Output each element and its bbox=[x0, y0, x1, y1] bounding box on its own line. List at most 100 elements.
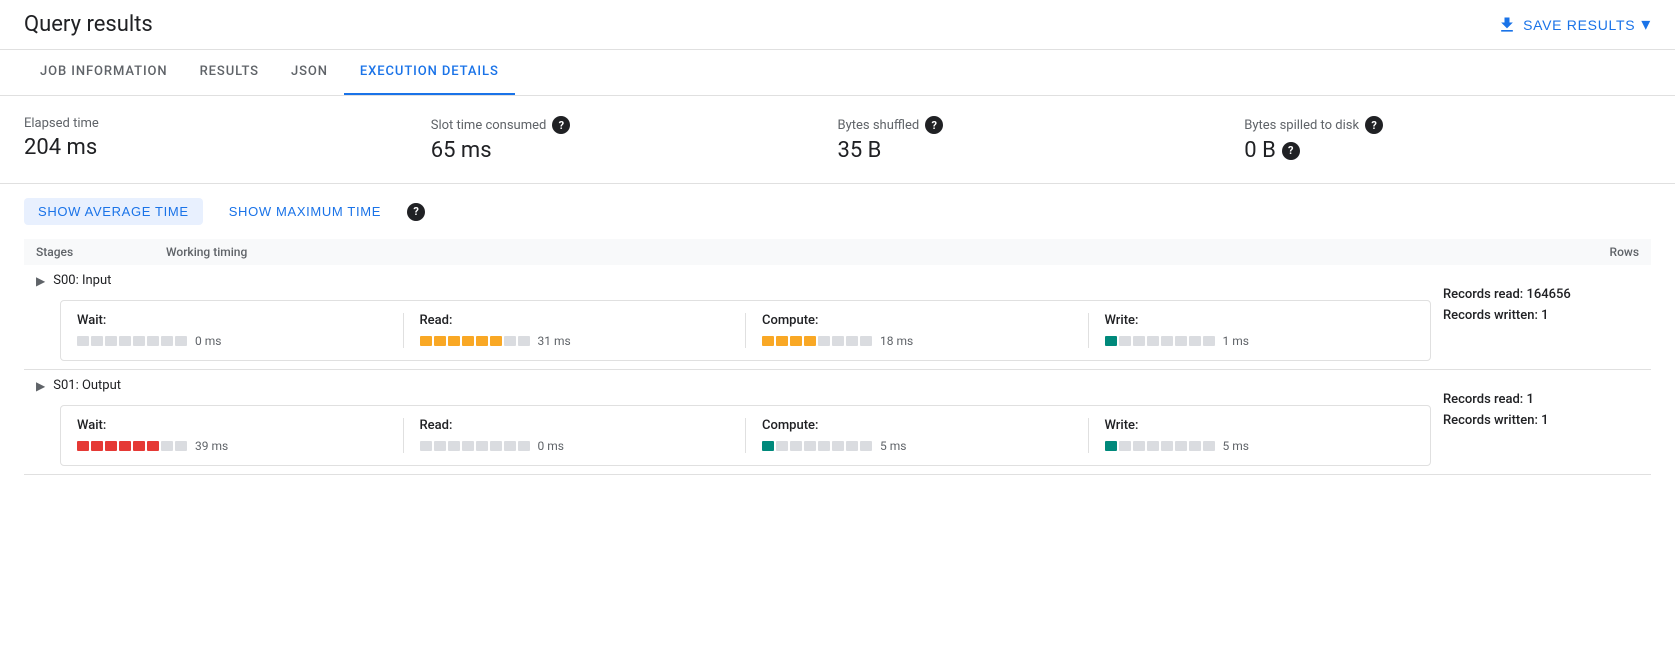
bar-seg bbox=[133, 441, 145, 451]
stage-rows-s00: Records read: 164656 Records written: 1 bbox=[1431, 265, 1651, 347]
bytes-spilled-label-help-icon[interactable]: ? bbox=[1365, 116, 1383, 134]
save-results-button[interactable]: SAVE RESULTS ▾ bbox=[1497, 14, 1651, 35]
compute-label-s01: Compute: bbox=[762, 418, 1072, 433]
bar-seg bbox=[1203, 441, 1215, 451]
write-bar-s01: 5 ms bbox=[1105, 439, 1415, 453]
stage-label-s01: S01: Output bbox=[53, 378, 121, 393]
bar-seg bbox=[91, 336, 103, 346]
metrics-row: Elapsed time 204 ms Slot time consumed ?… bbox=[0, 96, 1675, 184]
slot-time-help-icon[interactable]: ? bbox=[552, 116, 570, 134]
bar-seg bbox=[147, 441, 159, 451]
wait-bar-segments-s01 bbox=[77, 441, 187, 451]
stage-name-s00: ▶ S00: Input bbox=[24, 265, 1431, 296]
page-title: Query results bbox=[24, 12, 153, 37]
metric-elapsed-time: Elapsed time 204 ms bbox=[24, 116, 431, 163]
show-maximum-time-button[interactable]: SHOW MAXIMUM TIME bbox=[215, 198, 395, 225]
metric-bytes-spilled-value: 0 B ? bbox=[1244, 138, 1627, 163]
stage-row-s00: ▶ S00: Input Wait: bbox=[24, 265, 1651, 370]
bar-seg bbox=[832, 336, 844, 346]
compute-bar-segments-s00 bbox=[762, 336, 872, 346]
bar-seg bbox=[1119, 441, 1131, 451]
bar-seg bbox=[762, 336, 774, 346]
bar-seg bbox=[448, 441, 460, 451]
timing-compute-s01: Compute: 5 ms bbox=[762, 418, 1089, 453]
timing-help-icon[interactable]: ? bbox=[407, 203, 425, 221]
bar-seg bbox=[476, 441, 488, 451]
timing-write-s00: Write: 1 ms bbox=[1105, 313, 1415, 348]
stage-left-s00: ▶ S00: Input Wait: bbox=[24, 265, 1431, 369]
stage-expand-arrow-s01[interactable]: ▶ bbox=[36, 379, 45, 393]
bar-seg bbox=[1189, 336, 1201, 346]
col-header-stages: Stages bbox=[36, 245, 166, 259]
bar-seg bbox=[804, 441, 816, 451]
stage-detail-s00: Wait: 0 ms bbox=[60, 300, 1431, 361]
metric-elapsed-label: Elapsed time bbox=[24, 116, 407, 131]
metric-bytes-spilled-label: Bytes spilled to disk ? bbox=[1244, 116, 1627, 134]
stage-left-s01: ▶ S01: Output Wait: bbox=[24, 370, 1431, 474]
bar-seg bbox=[1105, 336, 1117, 346]
wait-bar-s00: 0 ms bbox=[77, 334, 387, 348]
records-written-s01: Records written: 1 bbox=[1443, 411, 1639, 432]
header: Query results SAVE RESULTS ▾ bbox=[0, 0, 1675, 50]
timing-write-s01: Write: 5 ms bbox=[1105, 418, 1415, 453]
dropdown-arrow-icon: ▾ bbox=[1641, 14, 1651, 35]
bar-seg bbox=[1161, 336, 1173, 346]
wait-label-s00: Wait: bbox=[77, 313, 387, 328]
bar-seg bbox=[1203, 336, 1215, 346]
bar-seg bbox=[776, 441, 788, 451]
bar-seg bbox=[462, 441, 474, 451]
read-value-s01: 0 ms bbox=[538, 439, 564, 453]
write-label-s01: Write: bbox=[1105, 418, 1415, 433]
bar-seg bbox=[1119, 336, 1131, 346]
bar-seg bbox=[448, 336, 460, 346]
bar-seg bbox=[420, 441, 432, 451]
tab-json[interactable]: JSON bbox=[275, 50, 344, 95]
write-bar-s00: 1 ms bbox=[1105, 334, 1415, 348]
read-bar-s00: 31 ms bbox=[420, 334, 730, 348]
compute-value-s00: 18 ms bbox=[880, 334, 913, 348]
bytes-shuffled-help-icon[interactable]: ? bbox=[925, 116, 943, 134]
bar-seg bbox=[490, 441, 502, 451]
bar-seg bbox=[490, 336, 502, 346]
bar-seg bbox=[434, 336, 446, 346]
show-average-time-button[interactable]: SHOW AVERAGE TIME bbox=[24, 198, 203, 225]
bar-seg bbox=[776, 336, 788, 346]
stage-label-s00: S00: Input bbox=[53, 273, 111, 288]
wait-label-s01: Wait: bbox=[77, 418, 387, 433]
write-bar-segments-s00 bbox=[1105, 336, 1215, 346]
write-value-s00: 1 ms bbox=[1223, 334, 1249, 348]
stage-expand-arrow-s00[interactable]: ▶ bbox=[36, 274, 45, 288]
metric-bytes-shuffled: Bytes shuffled ? 35 B bbox=[838, 116, 1245, 163]
tab-job-information[interactable]: JOB INFORMATION bbox=[24, 50, 184, 95]
metric-slot-time: Slot time consumed ? 65 ms bbox=[431, 116, 838, 163]
bar-seg bbox=[175, 441, 187, 451]
bar-seg bbox=[518, 441, 530, 451]
read-label-s00: Read: bbox=[420, 313, 730, 328]
read-bar-segments-s00 bbox=[420, 336, 530, 346]
bar-seg bbox=[420, 336, 432, 346]
bar-seg bbox=[1105, 441, 1117, 451]
bar-seg bbox=[1147, 441, 1159, 451]
bar-seg bbox=[1147, 336, 1159, 346]
read-bar-s01: 0 ms bbox=[420, 439, 730, 453]
timing-controls: SHOW AVERAGE TIME SHOW MAXIMUM TIME ? bbox=[0, 184, 1675, 239]
timing-read-s01: Read: 0 ms bbox=[420, 418, 747, 453]
bar-seg bbox=[762, 441, 774, 451]
bytes-spilled-value-help-icon[interactable]: ? bbox=[1282, 142, 1300, 160]
bar-seg bbox=[846, 336, 858, 346]
bar-seg bbox=[1175, 441, 1187, 451]
stage-rows-s01: Records read: 1 Records written: 1 bbox=[1431, 370, 1651, 452]
bar-seg bbox=[804, 336, 816, 346]
bar-seg bbox=[860, 336, 872, 346]
bar-seg bbox=[77, 336, 89, 346]
metric-slot-label: Slot time consumed ? bbox=[431, 116, 814, 134]
tab-execution-details[interactable]: EXECUTION DETAILS bbox=[344, 50, 515, 95]
bar-seg bbox=[175, 336, 187, 346]
records-read-s00: Records read: 164656 bbox=[1443, 285, 1639, 306]
write-bar-segments-s01 bbox=[1105, 441, 1215, 451]
bar-seg bbox=[504, 336, 516, 346]
bar-seg bbox=[1133, 441, 1145, 451]
tab-results[interactable]: RESULTS bbox=[184, 50, 275, 95]
records-read-s01: Records read: 1 bbox=[1443, 390, 1639, 411]
bar-seg bbox=[133, 336, 145, 346]
